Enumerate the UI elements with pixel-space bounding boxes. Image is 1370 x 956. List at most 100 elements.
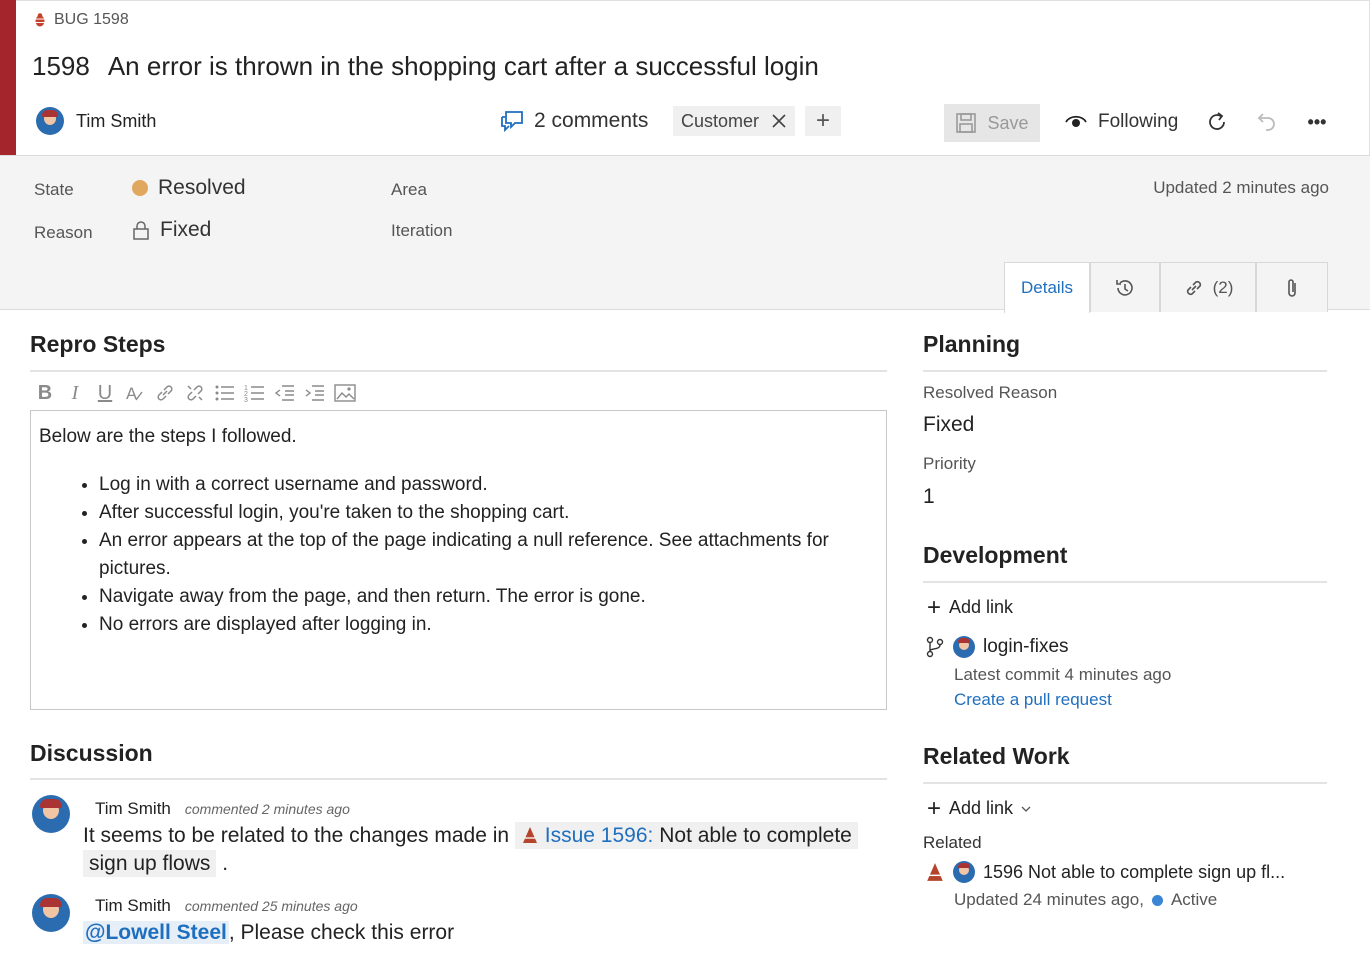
comment-text: It seems to be related to the changes ma… — [83, 824, 510, 847]
comment-author: Tim Smith commented 25 minutes ago — [95, 896, 358, 916]
remove-link-icon[interactable] — [184, 380, 206, 406]
resolved-reason-value[interactable]: Fixed — [923, 413, 974, 437]
comment: Tim Smith commented 25 minutes ago @Lowel… — [30, 894, 890, 954]
insert-image-icon[interactable] — [334, 380, 356, 406]
links-count: (2) — [1212, 277, 1234, 297]
avatar — [32, 795, 70, 833]
create-pull-request-link[interactable]: Create a pull request — [954, 690, 1112, 710]
comment-body: @Lowell Steel, Please check this error — [83, 919, 454, 947]
discussion-title: Discussion — [30, 740, 153, 766]
comments-link[interactable]: 2 comments — [500, 109, 648, 133]
resolved-reason-label: Resolved Reason — [923, 383, 1058, 402]
comments-count: 2 comments — [534, 109, 649, 132]
issue-title: Not able to complete — [659, 824, 852, 847]
repro-steps-list: Log in with a correct username and passw… — [39, 471, 878, 639]
branch-name[interactable]: login-fixes — [983, 636, 1069, 658]
tab-links[interactable]: (2) — [1160, 262, 1256, 312]
related-add-link-button[interactable]: + Add link — [927, 794, 1031, 822]
related-label: Related — [923, 833, 982, 852]
state-label: State — [34, 180, 74, 199]
avatar — [953, 861, 975, 883]
comment-author-name[interactable]: Tim Smith — [95, 799, 171, 818]
avatar — [36, 107, 64, 135]
tab-attachments[interactable] — [1256, 262, 1328, 312]
state-dot-icon — [132, 180, 148, 196]
commit-info: Latest commit 4 minutes ago — [954, 665, 1172, 684]
repro-intro: Below are the steps I followed. — [39, 426, 297, 447]
undo-icon[interactable] — [1254, 109, 1280, 135]
state-field[interactable]: Resolved — [132, 176, 246, 200]
comment: Tim Smith commented 2 minutes ago It seem… — [30, 795, 890, 885]
related-item[interactable]: 1596 Not able to complete sign up fl... — [925, 861, 1285, 883]
assigned-to[interactable]: Tim Smith — [36, 107, 156, 135]
tag-label: Customer — [681, 110, 760, 131]
work-item-title[interactable]: 1598 An error is thrown in the shopping c… — [32, 51, 819, 82]
repro-steps-editor[interactable]: Below are the steps I followed. Log in w… — [30, 410, 887, 710]
iteration-label[interactable]: Iteration — [391, 221, 452, 241]
following-label: Following — [1098, 111, 1179, 132]
italic-icon[interactable]: I — [64, 380, 86, 406]
fields-panel: State Resolved Reason Fixed Area Iterati… — [0, 155, 1370, 313]
increase-indent-icon[interactable] — [304, 380, 326, 406]
updated-timestamp: Updated 2 minutes ago — [1153, 178, 1329, 197]
reason-field[interactable]: Fixed — [132, 218, 211, 242]
repro-steps-divider — [30, 370, 887, 372]
issue-link[interactable]: Issue 1596: — [545, 824, 654, 847]
add-link-label: Add link — [949, 798, 1014, 818]
related-item-title[interactable]: 1596 Not able to complete sign up fl... — [983, 862, 1285, 883]
work-item-id: 1598 — [32, 51, 90, 81]
lock-icon — [133, 221, 149, 240]
refresh-icon[interactable] — [1204, 109, 1230, 135]
planning-divider — [923, 370, 1327, 372]
area-label[interactable]: Area — [391, 180, 427, 200]
user-mention[interactable]: @Lowell Steel — [83, 921, 229, 944]
related-item-updated: Updated 24 minutes ago, — [954, 890, 1144, 909]
bold-icon[interactable]: B — [34, 380, 56, 406]
plus-icon: + — [927, 794, 942, 822]
bulleted-list-icon[interactable] — [214, 380, 236, 406]
work-item-title-text[interactable]: An error is thrown in the shopping cart … — [108, 51, 819, 81]
list-item: No errors are displayed after logging in… — [99, 611, 878, 639]
assigned-to-name: Tim Smith — [76, 110, 157, 131]
tag-customer[interactable]: Customer — [673, 106, 796, 136]
highlight-icon[interactable]: A — [124, 380, 146, 406]
development-add-link-button[interactable]: + Add link — [927, 593, 1014, 621]
branch-link[interactable]: login-fixes — [925, 636, 1069, 658]
avatar — [32, 894, 70, 932]
priority-value[interactable]: 1 — [923, 485, 935, 509]
bug-icon — [35, 13, 45, 27]
avatar — [953, 636, 975, 658]
numbered-list-icon[interactable]: 123 — [244, 380, 266, 406]
comment-text: , Please check this error — [228, 921, 455, 944]
tab-strip: Details (2) — [1004, 262, 1328, 313]
discussion-divider — [30, 778, 887, 780]
comment-text-end: . — [222, 852, 229, 875]
work-item-type: BUG 1598 — [32, 11, 129, 29]
chevron-down-icon — [1021, 806, 1031, 812]
tab-history[interactable] — [1090, 262, 1160, 312]
following-button[interactable]: Following — [1064, 111, 1178, 133]
comment-meta: commented 2 minutes ago — [184, 801, 350, 817]
tab-details-label: Details — [1021, 278, 1073, 297]
list-item: An error appears at the top of the page … — [99, 527, 878, 583]
more-actions-icon[interactable]: ••• — [1304, 109, 1330, 135]
issue-title-continued[interactable]: sign up flows — [83, 850, 217, 877]
save-button[interactable]: Save — [944, 104, 1040, 142]
decrease-indent-icon[interactable] — [274, 380, 296, 406]
related-work-title: Related Work — [923, 743, 1070, 769]
active-state-icon — [1151, 894, 1163, 906]
add-tag-button[interactable]: + — [805, 106, 841, 136]
underline-icon[interactable]: U — [94, 380, 116, 406]
work-item-type-label: BUG 1598 — [54, 11, 129, 28]
work-item-mention[interactable]: Issue 1596: Not able to complete — [514, 822, 858, 849]
link-icon — [1186, 280, 1201, 295]
tab-details[interactable]: Details — [1004, 262, 1090, 313]
insert-link-icon[interactable] — [154, 380, 176, 406]
list-item: After successful login, you're taken to … — [99, 499, 878, 527]
comment-author-name[interactable]: Tim Smith — [95, 896, 171, 915]
close-icon[interactable] — [771, 113, 787, 129]
plus-icon: + — [927, 593, 942, 621]
related-item-status: Updated 24 minutes ago, Active — [954, 890, 1217, 910]
add-link-label: Add link — [949, 597, 1014, 617]
reason-label: Reason — [34, 223, 93, 242]
